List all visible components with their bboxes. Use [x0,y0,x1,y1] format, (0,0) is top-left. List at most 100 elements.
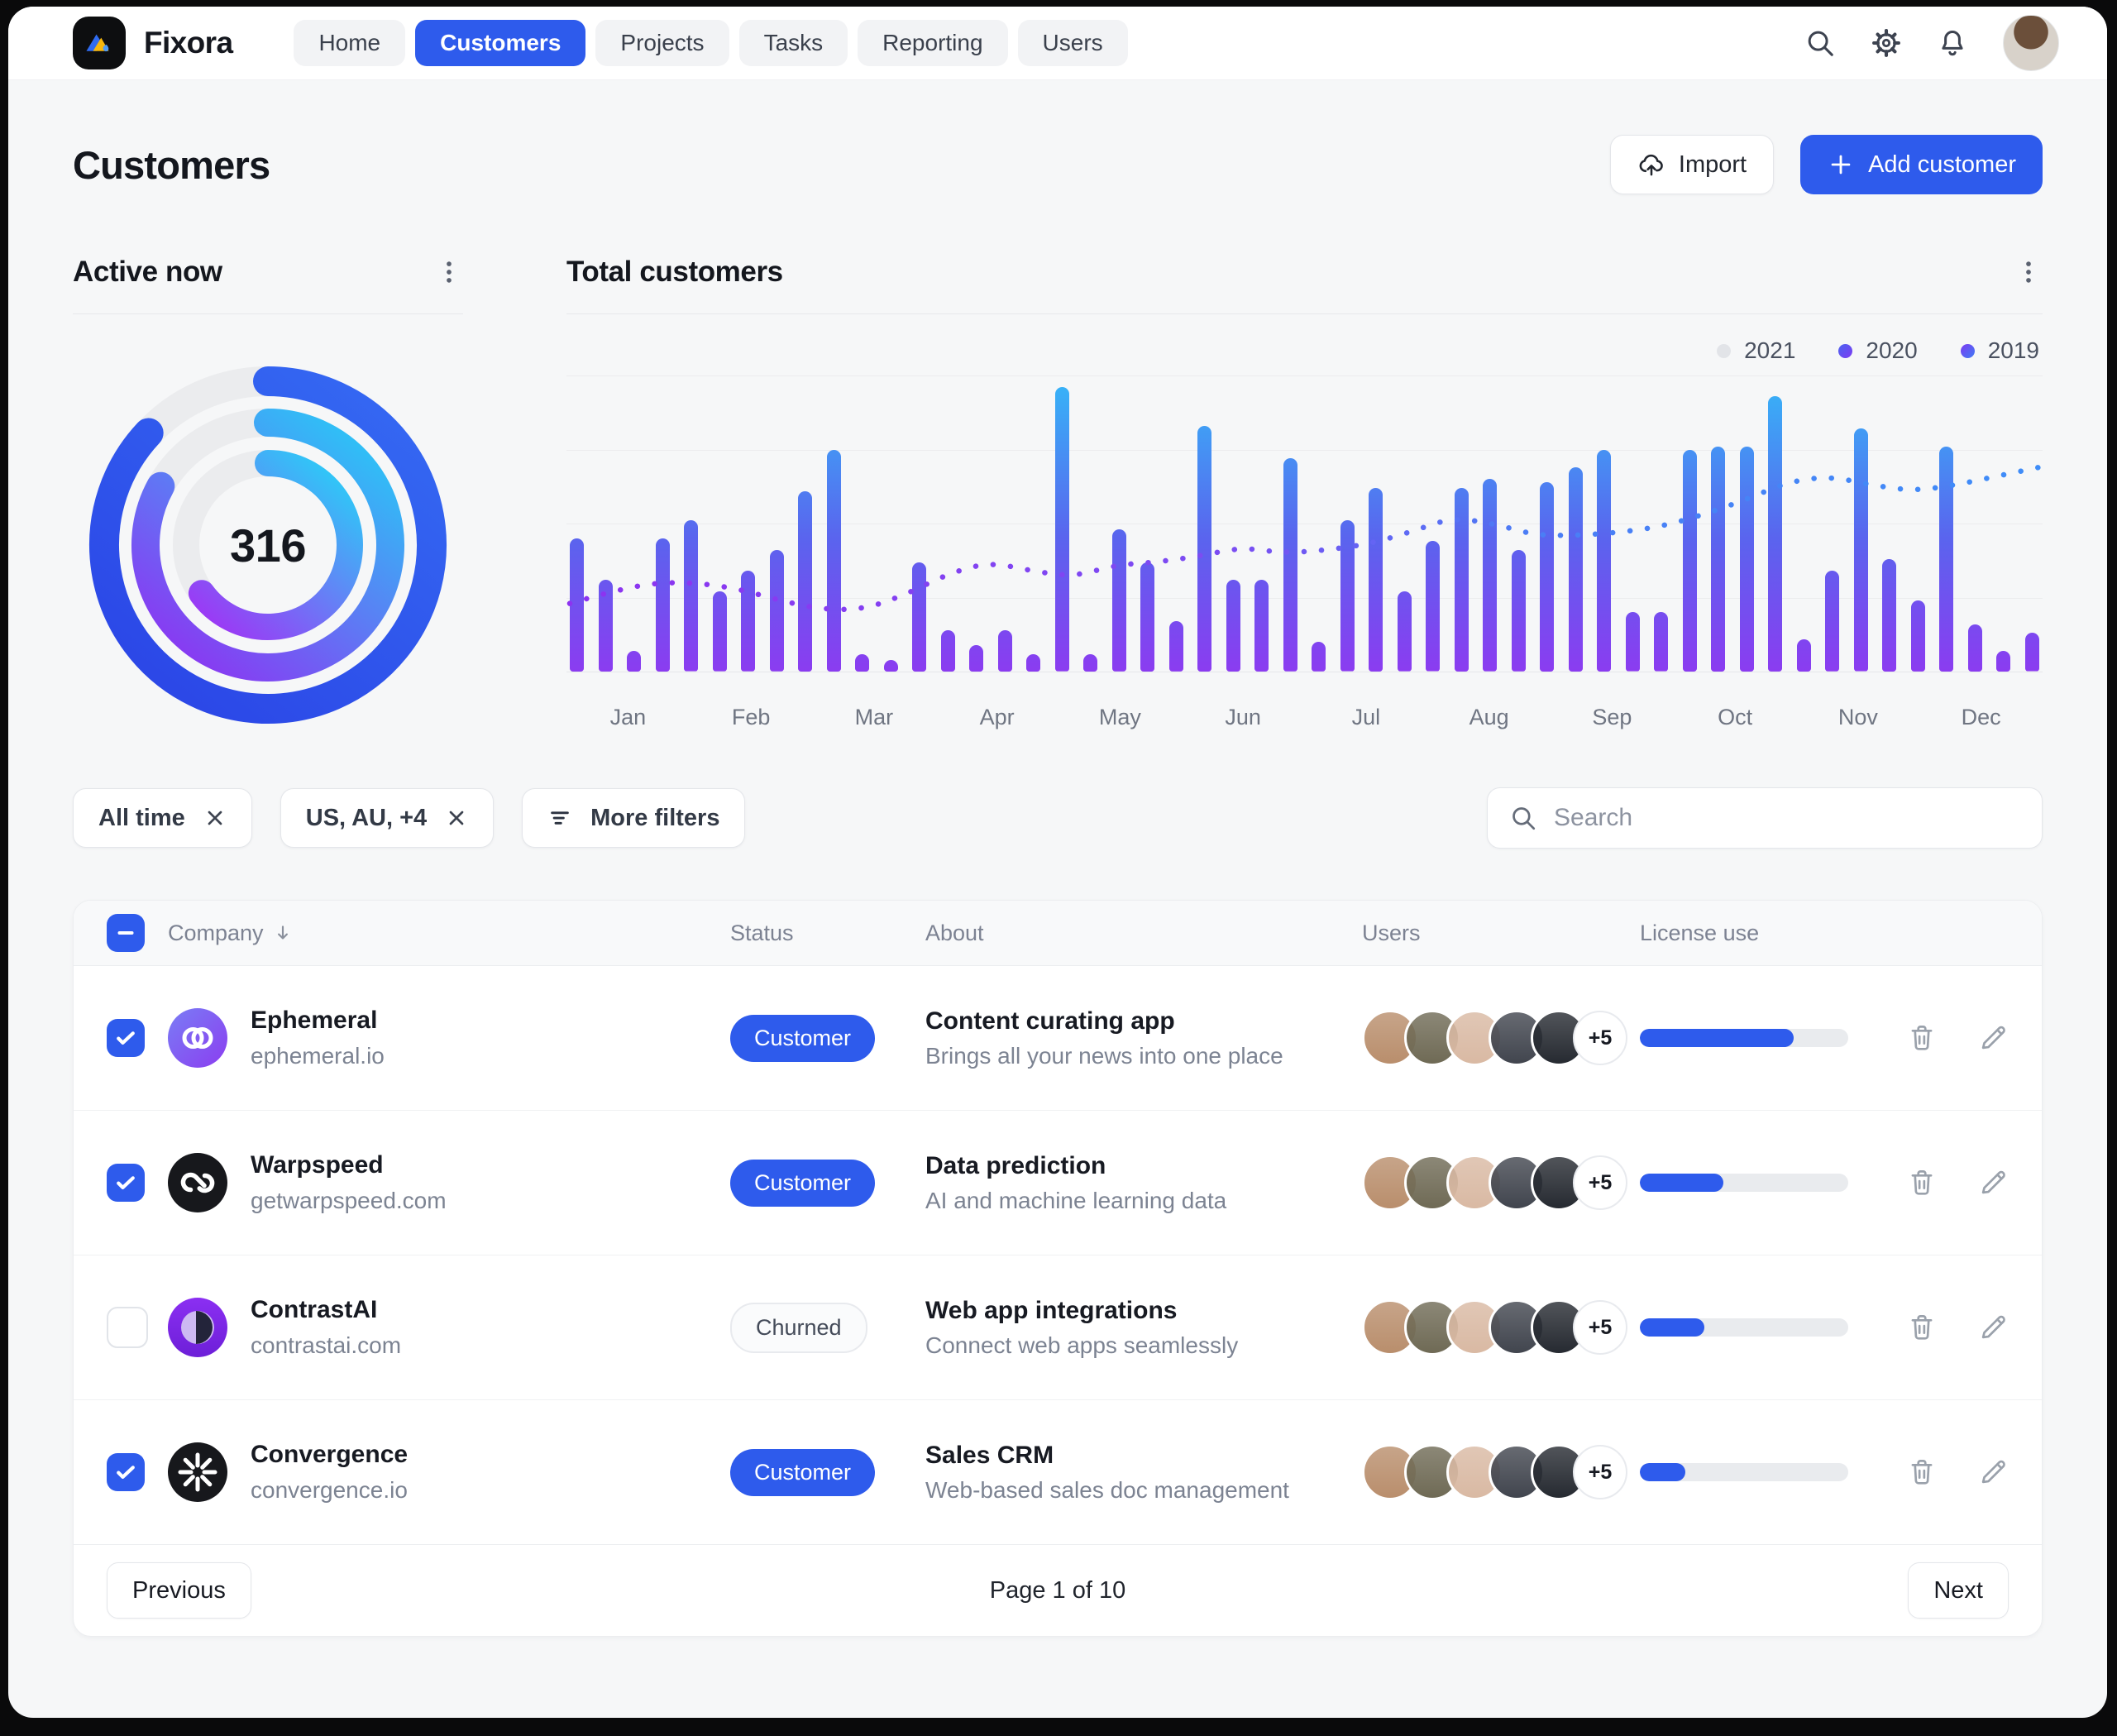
month-label: Feb [690,705,813,730]
trash-icon[interactable] [1906,1167,1938,1198]
bar [827,450,841,672]
row-checkbox[interactable] [107,1019,145,1057]
bar [1854,428,1868,672]
total-customers-title: Total customers [566,256,783,289]
trash-icon[interactable] [1906,1022,1938,1054]
legend-label: 2021 [1744,337,1795,364]
edit-pencil-icon[interactable] [1977,1167,2009,1198]
tab-home[interactable]: Home [294,20,405,66]
bar [1055,387,1069,672]
import-button[interactable]: Import [1610,135,1774,194]
about-cell: Web app integrationsConnect web apps sea… [925,1297,1362,1359]
license-progress-fill [1640,1029,1794,1047]
legend-dot [1717,344,1731,358]
add-customer-button[interactable]: Add customer [1800,135,2043,194]
edit-pencil-icon[interactable] [1977,1312,2009,1343]
profile-avatar[interactable] [2003,15,2059,71]
company-domain: ephemeral.io [251,1043,385,1069]
import-label: Import [1679,151,1747,179]
license-progress [1640,1174,1848,1192]
tab-projects[interactable]: Projects [595,20,729,66]
brand[interactable]: Fixora [73,17,232,69]
kebab-menu-icon[interactable] [435,258,463,286]
bar [1882,559,1896,672]
legend-item-2020: 2020 [1838,337,1917,364]
row-checkbox[interactable] [107,1453,145,1491]
users-cell: +5 [1362,1299,1640,1356]
table-row: ContrastAIcontrastai.comChurnedWeb app i… [74,1255,2042,1399]
bar [1283,458,1297,672]
chart-legend: 202120202019 [566,337,2039,364]
bar [1768,396,1782,672]
total-customers-card: Total customers 202120202019 [566,256,2043,739]
bar [1169,621,1183,672]
license-cell [1640,1029,1852,1047]
bar [1825,571,1839,672]
company-domain: contrastai.com [251,1332,401,1359]
filter-row: All time US, AU, +4 More filters [73,787,2043,849]
bar [1197,426,1211,672]
select-all-checkbox[interactable] [107,914,145,952]
trash-icon[interactable] [1906,1456,1938,1488]
ephemeral-logo-icon [168,1008,227,1068]
close-icon[interactable] [445,806,468,830]
divider [73,313,463,314]
bar [1340,520,1355,672]
bar [1026,654,1040,672]
tab-tasks[interactable]: Tasks [739,20,848,66]
close-icon[interactable] [203,806,227,830]
more-users-badge: +5 [1573,1445,1627,1499]
tab-customers[interactable]: Customers [415,20,585,66]
month-label: Jul [1305,705,1428,730]
bar-series [566,375,2043,672]
row-checkbox[interactable] [107,1307,148,1348]
column-header-company[interactable]: Company [168,921,730,946]
gear-icon[interactable] [1871,27,1902,59]
company-cell: Convergenceconvergence.io [168,1441,730,1504]
filter-icon [547,806,572,830]
edit-pencil-icon[interactable] [1977,1456,2009,1488]
license-cell [1640,1463,1852,1481]
bell-icon[interactable] [1937,27,1968,59]
row-checkbox[interactable] [107,1164,145,1202]
page-info: Page 1 of 10 [990,1577,1125,1604]
search-box [1487,787,2043,849]
edit-pencil-icon[interactable] [1977,1022,2009,1054]
tab-users[interactable]: Users [1018,20,1128,66]
month-label: Oct [1674,705,1797,730]
about-description: Web-based sales doc management [925,1477,1362,1504]
kebab-menu-icon[interactable] [2014,258,2043,286]
search-icon[interactable] [1804,27,1836,59]
legend-item-2021: 2021 [1717,337,1795,364]
month-label: Jun [1182,705,1305,730]
month-label: Sep [1551,705,1674,730]
active-now-card: Active now 316 [73,256,463,739]
month-label: Aug [1427,705,1551,730]
trash-icon[interactable] [1906,1312,1938,1343]
filter-chip-us-au-4[interactable]: US, AU, +4 [280,788,494,848]
next-button[interactable]: Next [1908,1562,2009,1619]
more-filters-button[interactable]: More filters [522,788,745,848]
previous-button[interactable]: Previous [107,1562,251,1619]
filter-chip-all-time[interactable]: All time [73,788,252,848]
row-actions [1852,1022,2009,1054]
status-cell: Customer [730,1015,925,1062]
bar [1711,447,1725,672]
search-input[interactable] [1552,803,2020,833]
row-actions [1852,1312,2009,1343]
company-name: Ephemeral [251,1007,385,1035]
tab-reporting[interactable]: Reporting [858,20,1007,66]
nav-actions [1804,15,2059,71]
more-users-badge: +5 [1573,1300,1627,1355]
bar [1996,651,2010,672]
license-cell [1640,1318,1852,1337]
status-cell: Customer [730,1160,925,1207]
active-now-donut-chart: 316 [74,351,462,739]
column-header-users: Users [1362,921,1640,946]
license-progress-fill [1640,1463,1685,1481]
month-label: Dec [1919,705,2043,730]
bar [1312,642,1326,672]
company-domain: getwarpspeed.com [251,1188,447,1214]
bar [741,571,755,672]
license-progress [1640,1029,1848,1047]
